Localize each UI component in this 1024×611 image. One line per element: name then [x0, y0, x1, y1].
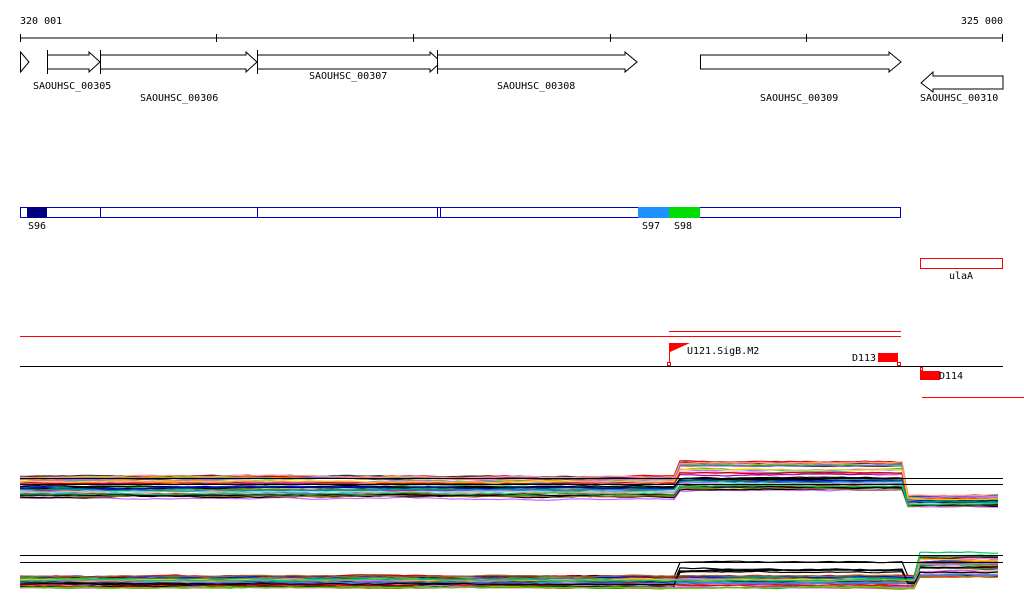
segment-label: S97	[642, 221, 660, 232]
expression-profile-panel-1	[19, 460, 999, 508]
gene-label[interactable]: SAOUHSC_00306	[140, 93, 218, 104]
coordinate-ruler: 320 001 325 000	[20, 16, 1003, 42]
site-label: D113	[852, 353, 876, 364]
segment-s97[interactable]	[638, 207, 669, 218]
segment-s98[interactable]	[669, 207, 700, 218]
gene-arrow-00308[interactable]	[437, 50, 638, 74]
genome-browser-canvas: 320 001 325 000 SAOUHSC_00305 SAOUHSC_00…	[19, 16, 1024, 590]
gene-arrow-00305[interactable]	[47, 50, 101, 74]
site-label: U121.SigB.M2	[687, 346, 759, 357]
gene-label[interactable]: SAOUHSC_00309	[760, 93, 838, 104]
site-d114[interactable]	[920, 371, 940, 380]
site-d113[interactable]	[878, 353, 898, 362]
gene-arrow-00309[interactable]	[700, 50, 902, 74]
gene-arrow-00306[interactable]	[100, 50, 258, 74]
segment-label: S96	[28, 221, 46, 232]
ulaA-label: ulaA	[949, 271, 973, 282]
profile-line	[19, 555, 999, 579]
gene-label[interactable]: SAOUHSC_00308	[497, 81, 575, 92]
expression-profile-panel-2	[19, 551, 999, 590]
ruler-start-label: 320 001	[20, 16, 62, 27]
segment-label: S98	[674, 221, 692, 232]
gene-arrow-00307[interactable]	[257, 50, 442, 74]
gene-arrow-00310[interactable]	[920, 70, 1004, 93]
profile-line	[19, 555, 998, 578]
site-label: D114	[939, 371, 963, 382]
ruler-end-label: 325 000	[961, 16, 1003, 27]
segment-track	[20, 207, 901, 218]
segment-s96[interactable]	[27, 207, 47, 218]
gene-label[interactable]: SAOUHSC_00307	[309, 71, 387, 82]
partial-gene-arrow[interactable]	[20, 50, 30, 74]
gene-label[interactable]: SAOUHSC_00305	[33, 81, 111, 92]
gene-label[interactable]: SAOUHSC_00310	[920, 93, 998, 104]
ulaA-feature-box[interactable]	[920, 258, 1003, 269]
